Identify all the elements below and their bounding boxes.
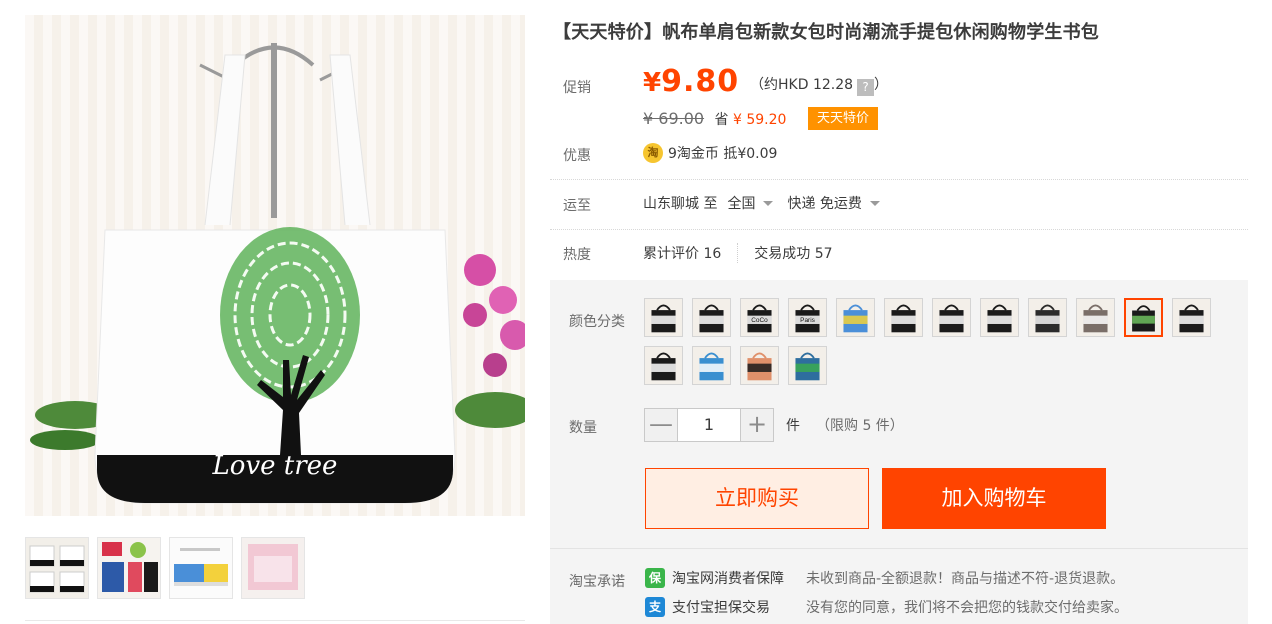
purchase-limit: （限购 5 件） <box>816 418 904 434</box>
promo-label: 促销 <box>563 80 591 96</box>
reviews-count: 16 <box>703 246 722 262</box>
alipay-escrow-desc: 没有您的同意，我们将不会把您的钱款交付给卖家。 <box>806 600 1128 616</box>
quantity-label: 数量 <box>569 420 597 436</box>
consumer-protection-row: 保 淘宝网消费者保障 未收到商品-全额退款！商品与描述不符-退货退款。 <box>645 568 1124 588</box>
add-to-cart-button[interactable]: 加入购物车 <box>882 468 1106 529</box>
quantity-unit: 件 <box>786 418 800 434</box>
hkd-close: ） <box>874 77 889 93</box>
destination-select[interactable]: 全国 <box>727 193 755 213</box>
reviews-label: 累计评价 <box>643 246 699 262</box>
color-thumbnail <box>885 299 922 336</box>
thumbnail-2[interactable] <box>97 537 161 599</box>
color-thumbnail <box>933 299 970 336</box>
color-thumbnail <box>981 299 1018 336</box>
taobao-coin-discount: 淘 9淘金币 抵¥0.09 <box>643 143 777 163</box>
popularity-stats: 累计评价 16 交易成功 57 <box>643 243 833 263</box>
hkd-text: （约HKD 12.28 <box>750 77 854 93</box>
color-option-14[interactable] <box>692 346 731 385</box>
color-thumbnail <box>1173 299 1210 336</box>
color-thumbnail <box>693 347 730 384</box>
color-option-3[interactable]: CoCo <box>740 298 779 337</box>
taobao-coin-icon: 淘 <box>643 143 663 163</box>
product-title: 【天天特价】帆布单肩包新款女包时尚潮流手提包休闲购物学生书包 <box>553 22 1099 43</box>
save-amount: ¥ 59.20 <box>732 112 787 128</box>
color-thumbnail <box>693 299 730 336</box>
alipay-escrow-row: 支 支付宝担保交易 没有您的同意，我们将不会把您的钱款交付给卖家。 <box>645 597 1128 617</box>
buy-now-button[interactable]: 立即购买 <box>645 468 869 529</box>
alipay-escrow-link[interactable]: 支付宝担保交易 <box>672 597 806 617</box>
color-option-8[interactable] <box>980 298 1019 337</box>
color-option-4[interactable]: Paris <box>788 298 827 337</box>
decrease-button[interactable]: — <box>644 408 678 442</box>
color-option-7[interactable] <box>932 298 971 337</box>
color-thumbnail <box>837 299 874 336</box>
divider <box>550 179 1248 180</box>
promise-label: 淘宝承诺 <box>569 574 625 590</box>
increase-button[interactable]: + <box>740 408 774 442</box>
color-thumbnail <box>645 299 682 336</box>
color-option-16[interactable] <box>788 346 827 385</box>
hkd-estimate: （约HKD 12.28?） <box>750 74 888 96</box>
color-thumbnail: Paris <box>789 299 826 336</box>
color-option-13[interactable] <box>644 346 683 385</box>
save-label: 省 <box>714 112 729 128</box>
color-option-text: Paris <box>800 317 815 324</box>
gallery-divider <box>25 620 525 621</box>
shipping-row: 山东聊城 至 全国 快递 免运费 <box>643 193 894 213</box>
quantity-input[interactable]: 1 <box>678 408 740 442</box>
help-icon[interactable]: ? <box>857 79 875 96</box>
color-label: 颜色分类 <box>569 314 625 330</box>
color-option-15[interactable] <box>740 346 779 385</box>
color-option-2[interactable] <box>692 298 731 337</box>
color-thumbnail <box>789 347 826 384</box>
color-option-9[interactable] <box>1028 298 1067 337</box>
shipping-label: 运至 <box>563 198 591 214</box>
color-thumbnail <box>1029 299 1066 336</box>
shipping-method-select[interactable]: 快递 免运费 <box>787 193 861 213</box>
color-option-10[interactable] <box>1076 298 1115 337</box>
thumbnail-1[interactable] <box>25 537 89 599</box>
thumbnail-4[interactable] <box>241 537 305 599</box>
currency-symbol: ¥ <box>643 68 662 98</box>
popularity-label: 热度 <box>563 247 591 263</box>
consumer-protection-link[interactable]: 淘宝网消费者保障 <box>672 568 806 588</box>
color-option-6[interactable] <box>884 298 923 337</box>
reviews-link[interactable]: 累计评价 16 <box>643 243 721 263</box>
original-price: ¥ 69.00 <box>643 109 705 128</box>
main-product-image[interactable]: Love tree <box>25 15 525 516</box>
taobao-coin-text: 9淘金币 抵¥0.09 <box>668 146 778 162</box>
color-option-1[interactable] <box>644 298 683 337</box>
sales-count: 57 <box>814 246 833 262</box>
discount-label: 优惠 <box>563 148 591 164</box>
consumer-protection-desc: 未收到商品-全额退款！商品与描述不符-退货退款。 <box>806 571 1125 587</box>
sales-label: 交易成功 <box>754 246 811 262</box>
shipping-origin: 山东聊城 至 <box>643 196 718 212</box>
chevron-down-icon[interactable] <box>869 200 880 206</box>
divider <box>550 229 1248 230</box>
thumbnail-strip <box>25 537 305 599</box>
color-thumbnail <box>1077 299 1114 336</box>
color-option-text: CoCo <box>751 317 768 324</box>
sales-stat: 交易成功 57 <box>754 243 832 263</box>
panel-divider <box>550 548 1248 549</box>
quantity-stepper: — 1 + 件 （限购 5 件） <box>644 408 904 442</box>
daily-deal-badge: 天天特价 <box>808 107 879 130</box>
color-thumbnail: CoCo <box>741 299 778 336</box>
chevron-down-icon[interactable] <box>763 200 774 206</box>
thumbnail-3[interactable] <box>169 537 233 599</box>
current-price: ¥9.80 <box>643 64 739 99</box>
color-option-12[interactable] <box>1172 298 1211 337</box>
original-price-row: ¥ 69.00 省 ¥ 59.20 <box>643 109 786 129</box>
color-thumbnail <box>1126 300 1161 335</box>
color-option-5[interactable] <box>836 298 875 337</box>
stats-separator <box>737 243 739 263</box>
color-thumbnail <box>645 347 682 384</box>
color-options: CoCo Paris <box>644 298 1234 385</box>
alipay-icon: 支 <box>645 597 665 617</box>
color-thumbnail <box>741 347 778 384</box>
color-option-11[interactable] <box>1124 298 1163 337</box>
shield-icon: 保 <box>645 568 665 588</box>
current-price-value: 9.80 <box>661 64 740 99</box>
bag-print-text: Love tree <box>212 451 338 481</box>
